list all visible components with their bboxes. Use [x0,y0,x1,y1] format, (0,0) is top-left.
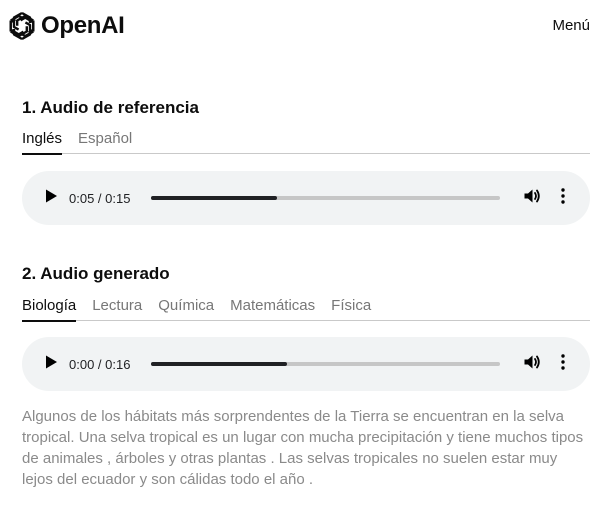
play-icon [44,189,58,208]
seek-progress [151,196,277,200]
openai-logo-icon [6,10,38,42]
tab-fisica[interactable]: Física [331,297,371,321]
volume-button[interactable] [518,350,546,378]
tab-biologia[interactable]: Biología [22,297,77,322]
generated-audio-title: 2. Audio generado [22,264,170,283]
seek-bar[interactable] [151,196,500,200]
tab-matematicas[interactable]: Matemáticas [230,297,315,321]
brand-name: OpenAI [41,12,125,39]
tab-quimica[interactable]: Química [158,297,214,321]
menu-button[interactable]: Menú [552,17,590,35]
volume-icon [523,353,541,376]
brand-logo[interactable]: OpenAI [6,10,125,42]
play-button[interactable] [36,349,66,379]
more-options-button[interactable] [551,184,575,212]
more-options-button[interactable] [551,350,575,378]
more-vertical-icon [561,187,565,209]
generated-topic-tabs: Biología Lectura Química Matemáticas Fís… [22,297,590,322]
tab-espanol[interactable]: Español [78,130,132,154]
reference-audio-title: 1. Audio de referencia [22,98,199,117]
audio-transcript: Algunos de los hábitats más sorprendente… [22,408,584,488]
reference-language-tabs: Inglés Español [22,130,590,155]
more-vertical-icon [561,353,565,375]
playback-time: 0:05 / 0:15 [69,190,131,206]
play-button[interactable] [36,183,66,213]
seek-progress [151,362,288,366]
tab-ingles[interactable]: Inglés [22,130,63,155]
reference-audio-player: 0:05 / 0:15 [22,171,590,225]
seek-bar[interactable] [151,362,500,366]
play-icon [44,355,58,374]
volume-button[interactable] [518,184,546,212]
tab-lectura[interactable]: Lectura [92,297,142,321]
generated-audio-player: 0:00 / 0:16 [22,337,590,391]
volume-icon [523,187,541,210]
site-header: OpenAI Menú [0,0,604,52]
playback-time: 0:00 / 0:16 [69,356,131,372]
